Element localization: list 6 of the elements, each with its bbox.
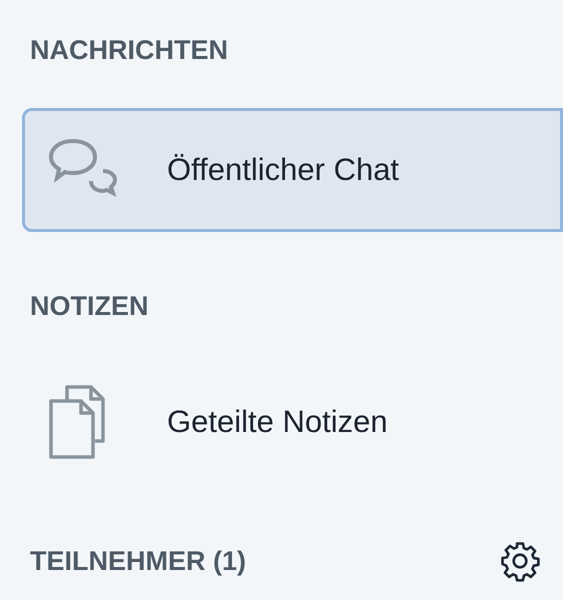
section-heading: TEILNEHMER (1) <box>30 545 246 578</box>
section-heading: NACHRICHTEN <box>30 34 228 67</box>
settings-icon[interactable] <box>499 540 541 582</box>
section-heading: NOTIZEN <box>30 290 148 323</box>
sidebar-item[interactable]: Geteilte Notizen <box>22 360 563 484</box>
sidebar-item[interactable]: Öffentlicher Chat <box>22 108 563 232</box>
